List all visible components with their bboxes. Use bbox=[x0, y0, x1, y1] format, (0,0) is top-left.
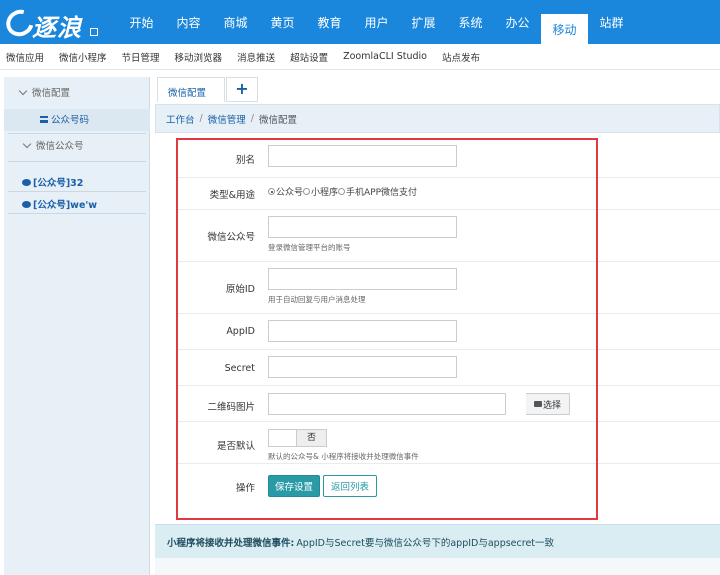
divider bbox=[8, 133, 146, 134]
breadcrumb-separator: / bbox=[199, 113, 203, 124]
sidebar-group-wechat-config[interactable]: 微信配置 bbox=[18, 85, 71, 99]
form-row-type: 类型&用途 公众号 小程序 手机APP微信支付 bbox=[177, 178, 720, 210]
nav-item-shop[interactable]: 商城 bbox=[212, 0, 259, 44]
sidebar: 微信配置 公众号码 微信公众号 [公众号]32 [公众号]we'w bbox=[4, 77, 150, 575]
divider bbox=[8, 191, 146, 192]
folder-icon bbox=[533, 401, 542, 407]
sidebar-group-label: 微信配置 bbox=[32, 88, 71, 99]
default-toggle[interactable]: 否 bbox=[268, 429, 327, 447]
breadcrumb: 工作台 / 微信管理 / 微信配置 bbox=[155, 104, 720, 133]
type-radio-group: 公众号 小程序 手机APP微信支付 bbox=[268, 185, 417, 198]
nav-item-content[interactable]: 内容 bbox=[165, 0, 212, 44]
subnav-item-push[interactable]: 消息推送 bbox=[237, 50, 275, 64]
secret-label: Secret bbox=[224, 363, 255, 374]
breadcrumb-separator: / bbox=[250, 113, 254, 124]
wechat-account-label: 微信公众号 bbox=[207, 232, 255, 243]
config-form: 别名 类型&用途 公众号 小程序 手机APP微信支付 微信公众号 登录微信管理平… bbox=[155, 134, 720, 517]
info-notice: 小程序将接收并处理微信事件: AppID与Secret要与微信公众号下的appI… bbox=[155, 524, 720, 558]
list-icon bbox=[40, 116, 48, 123]
default-label: 是否默认 bbox=[216, 441, 255, 452]
form-row-original-id: 原始ID 用于自动回复与用户消息处理 bbox=[177, 262, 720, 314]
logo-badge bbox=[90, 28, 98, 36]
default-toggle-value: 否 bbox=[296, 430, 326, 446]
type-label: 类型&用途 bbox=[209, 190, 255, 201]
original-id-hint: 用于自动回复与用户消息处理 bbox=[268, 295, 366, 304]
nav-item-office[interactable]: 办公 bbox=[494, 0, 541, 44]
nav-item-sitegroup[interactable]: 站群 bbox=[588, 0, 635, 44]
subnav-item-superstation[interactable]: 超站设置 bbox=[290, 50, 328, 64]
type-radio-app-pay[interactable] bbox=[338, 188, 346, 195]
subnav-item-wechat-apps[interactable]: 微信应用 bbox=[6, 50, 44, 64]
subnav-item-mini-programs[interactable]: 微信小程序 bbox=[59, 50, 107, 64]
form-row-appid: AppID bbox=[177, 314, 720, 350]
breadcrumb-workbench[interactable]: 工作台 bbox=[166, 112, 195, 126]
breadcrumb-wechat-manage[interactable]: 微信管理 bbox=[208, 112, 246, 126]
form-row-actions: 操作 保存设置 返回列表 bbox=[177, 464, 720, 506]
divider bbox=[8, 161, 146, 162]
original-id-input[interactable] bbox=[268, 268, 457, 290]
sidebar-account-label: [公众号]we'w bbox=[33, 200, 98, 211]
subnav-item-cli-studio[interactable]: ZoomlaCLI Studio bbox=[343, 51, 427, 62]
type-option-label: 公众号 bbox=[276, 188, 304, 198]
form-row-wechat-account: 微信公众号 登录微信管理平台的账号 bbox=[177, 210, 720, 262]
notice-text: AppID与Secret要与微信公众号下的appID与appsecret一致 bbox=[296, 537, 555, 549]
subnav-item-holidays[interactable]: 节日管理 bbox=[122, 50, 160, 64]
nav-item-mobile[interactable]: 移动 bbox=[541, 14, 588, 44]
sidebar-item-accounts[interactable]: 公众号码 bbox=[40, 112, 89, 126]
secret-input[interactable] bbox=[268, 356, 457, 378]
form-row-alias: 别名 bbox=[177, 138, 720, 178]
appid-label: AppID bbox=[226, 326, 255, 337]
nav-item-education[interactable]: 教育 bbox=[306, 0, 353, 44]
form-row-qrcode: 二维码图片 选择 bbox=[177, 386, 720, 422]
chevron-down-icon bbox=[18, 86, 28, 96]
qrcode-label: 二维码图片 bbox=[207, 402, 255, 413]
back-to-list-button[interactable]: 返回列表 bbox=[323, 475, 377, 497]
choose-file-button[interactable]: 选择 bbox=[526, 393, 570, 415]
nav-item-yellowpages[interactable]: 黄页 bbox=[259, 0, 306, 44]
chat-bubble-icon bbox=[22, 201, 31, 208]
chat-bubble-icon bbox=[22, 179, 31, 186]
qrcode-input[interactable] bbox=[268, 393, 506, 415]
nav-item-start[interactable]: 开始 bbox=[118, 0, 165, 44]
top-navbar: 逐浪 开始 内容 商城 黄页 教育 用户 扩展 系统 办公 移动 站群 bbox=[0, 0, 720, 44]
wechat-account-hint: 登录微信管理平台的账号 bbox=[268, 243, 351, 252]
sidebar-account-label: [公众号]32 bbox=[33, 178, 84, 189]
nav-item-system[interactable]: 系统 bbox=[447, 0, 494, 44]
logo[interactable]: 逐浪 bbox=[1, 4, 98, 42]
type-option-label: 手机APP微信支付 bbox=[346, 188, 418, 198]
main-nav: 开始 内容 商城 黄页 教育 用户 扩展 系统 办公 移动 站群 bbox=[118, 0, 635, 44]
alias-label: 别名 bbox=[235, 155, 255, 166]
nav-item-extensions[interactable]: 扩展 bbox=[400, 0, 447, 44]
bottom-bar bbox=[155, 558, 720, 575]
chevron-down-icon bbox=[22, 139, 32, 149]
sidebar-group-label: 微信公众号 bbox=[36, 141, 84, 152]
notice-title: 小程序将接收并处理微信事件: bbox=[167, 537, 295, 549]
alias-input[interactable] bbox=[268, 145, 457, 167]
save-button[interactable]: 保存设置 bbox=[268, 475, 320, 497]
form-row-default: 是否默认 否 默认的公众号& 小程序将接收并处理微信事件 bbox=[177, 422, 720, 464]
appid-input[interactable] bbox=[268, 320, 457, 342]
subnav-item-mobile-browser[interactable]: 移动浏览器 bbox=[175, 50, 223, 64]
sidebar-account-2[interactable]: [公众号]we'w bbox=[22, 197, 97, 211]
type-radio-public-account[interactable] bbox=[268, 188, 275, 195]
sidebar-group-wechat-public[interactable]: 微信公众号 bbox=[22, 138, 84, 152]
tab-wechat-config[interactable]: 微信配置 bbox=[157, 77, 225, 102]
divider bbox=[8, 213, 146, 214]
sidebar-account-1[interactable]: [公众号]32 bbox=[22, 175, 83, 189]
choose-file-label: 选择 bbox=[542, 400, 561, 411]
default-hint: 默认的公众号& 小程序将接收并处理微信事件 bbox=[268, 452, 419, 461]
type-option-label: 小程序 bbox=[311, 188, 339, 198]
sub-nav: 微信应用 微信小程序 节日管理 移动浏览器 消息推送 超站设置 ZoomlaCL… bbox=[0, 44, 720, 70]
original-id-label: 原始ID bbox=[225, 284, 255, 295]
actions-label: 操作 bbox=[235, 483, 255, 494]
breadcrumb-current: 微信配置 bbox=[258, 114, 297, 126]
sidebar-item-label: 公众号码 bbox=[51, 115, 90, 126]
add-tab-button[interactable]: + bbox=[226, 77, 258, 102]
wechat-account-input[interactable] bbox=[268, 216, 457, 238]
subnav-item-publish[interactable]: 站点发布 bbox=[442, 50, 480, 64]
type-radio-mini-program[interactable] bbox=[303, 188, 311, 195]
logo-text: 逐浪 bbox=[32, 13, 82, 42]
nav-item-users[interactable]: 用户 bbox=[353, 0, 400, 44]
form-row-secret: Secret bbox=[177, 350, 720, 386]
